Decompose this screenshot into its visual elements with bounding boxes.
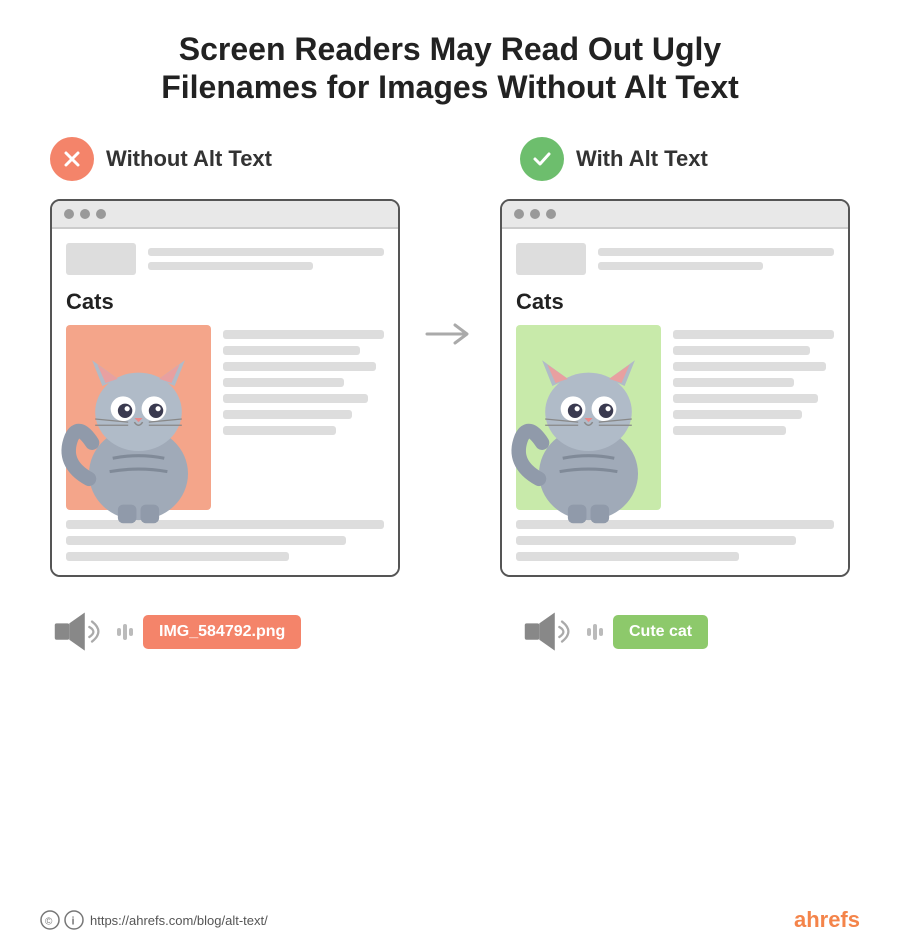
left-browser: Cats (50, 199, 400, 577)
nav-line-1 (148, 248, 384, 256)
right-browser-bar (502, 201, 848, 229)
page-title: Screen Readers May Read Out Ugly Filenam… (100, 30, 800, 107)
right-browser-dot-1 (514, 209, 524, 219)
arrow-container (420, 319, 480, 349)
right-nav-line-2 (598, 262, 763, 270)
check-icon (531, 148, 553, 170)
left-content-header (66, 243, 384, 275)
label-row: Without Alt Text With Alt Text (40, 137, 860, 181)
left-browser-content: Cats (52, 229, 398, 575)
footer-url: https://ahrefs.com/blog/alt-text/ (90, 913, 268, 928)
right-page-title: Cats (516, 289, 834, 315)
bad-badge (50, 137, 94, 181)
browser-dot-2 (80, 209, 90, 219)
right-browser-dot-2 (530, 209, 540, 219)
left-wave-icon (115, 621, 133, 643)
without-alt-label: Without Alt Text (106, 146, 272, 172)
left-filename-badge: IMG_584792.png (143, 615, 301, 649)
footer: © i https://ahrefs.com/blog/alt-text/ ah… (40, 907, 860, 933)
right-nav-box (516, 243, 586, 275)
info-icon: i (64, 910, 84, 930)
right-nav-line-1 (598, 248, 834, 256)
left-cat-svg (56, 319, 221, 525)
right-content-header (516, 243, 834, 275)
x-icon (61, 148, 83, 170)
left-cat-image (66, 325, 211, 510)
left-nav-box (66, 243, 136, 275)
right-sound-waves (585, 621, 603, 643)
left-sound-waves (115, 621, 133, 643)
left-bottom-lines (66, 520, 384, 561)
left-page-body (66, 325, 384, 510)
left-nav-lines (148, 248, 384, 270)
right-browser-dot-3 (546, 209, 556, 219)
left-page-title: Cats (66, 289, 384, 315)
right-nav-lines (598, 248, 834, 270)
right-filename-badge: Cute cat (613, 615, 708, 649)
right-bottom-lines (516, 520, 834, 561)
cc-icon: © (40, 910, 60, 930)
nav-line-2 (148, 262, 313, 270)
right-speaker-icon (520, 607, 575, 657)
footer-icons: © i (40, 910, 84, 930)
right-browser-content: Cats (502, 229, 848, 575)
right-page-body (516, 325, 834, 510)
left-speaker-icon (50, 607, 105, 657)
right-cat-svg (506, 319, 671, 525)
browser-dot-1 (64, 209, 74, 219)
svg-text:i: i (72, 916, 75, 928)
right-arrow-icon (425, 319, 475, 349)
right-wave-icon (585, 621, 603, 643)
good-badge (520, 137, 564, 181)
left-audio-item: IMG_584792.png (50, 607, 400, 657)
left-browser-bar (52, 201, 398, 229)
right-body-lines (673, 325, 834, 510)
right-cat-image (516, 325, 661, 510)
comparison-row: Cats (40, 199, 860, 577)
left-body-lines (223, 325, 384, 510)
audio-row: IMG_584792.png Cute cat (40, 607, 860, 657)
with-alt-label-item: With Alt Text (500, 137, 850, 181)
without-alt-label-item: Without Alt Text (50, 137, 400, 181)
with-alt-label: With Alt Text (576, 146, 708, 172)
main-container: Screen Readers May Read Out Ugly Filenam… (0, 0, 900, 951)
right-browser: Cats (500, 199, 850, 577)
footer-left: © i https://ahrefs.com/blog/alt-text/ (40, 910, 268, 930)
right-audio-item: Cute cat (500, 607, 850, 657)
svg-text:©: © (45, 917, 53, 928)
ahrefs-logo: ahrefs (794, 907, 860, 933)
browser-dot-3 (96, 209, 106, 219)
